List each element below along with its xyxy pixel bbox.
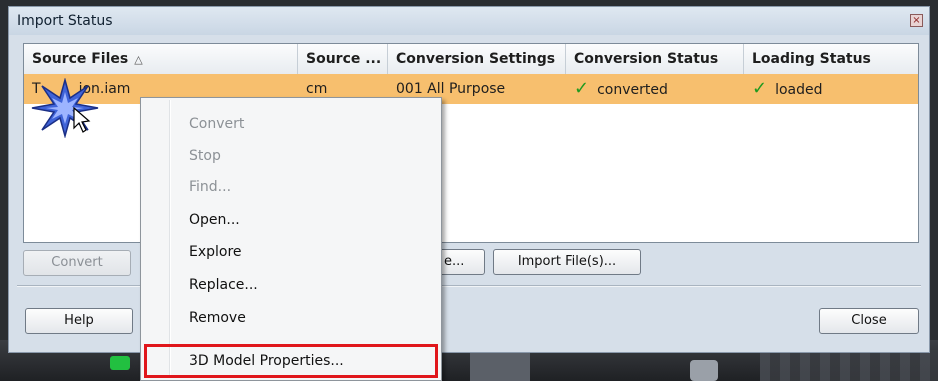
close-window-icon[interactable]: × [910, 14, 923, 27]
column-header-conversion-settings[interactable]: Conversion Settings [388, 44, 566, 74]
menu-item-convert[interactable]: Convert [189, 112, 244, 136]
column-header-source-files[interactable]: Source Files △ [24, 44, 298, 74]
menu-item-replace[interactable]: Replace... [189, 273, 258, 297]
menu-item-3d-model-properties[interactable]: 3D Model Properties... [189, 349, 344, 373]
menu-item-remove[interactable]: Remove [189, 306, 246, 330]
table-header: Source Files △ Source ... Conversion Sett… [24, 44, 918, 75]
viewport-green-object [110, 356, 130, 370]
column-header-conversion-status[interactable]: Conversion Status [566, 44, 744, 74]
menu-item-explore[interactable]: Explore [189, 240, 242, 264]
context-menu: Convert Stop Find... Open... Explore Rep… [140, 97, 442, 381]
convert-button[interactable]: Convert [23, 250, 131, 276]
cell-loading-status: ✓ loaded [752, 78, 823, 99]
checkmark-icon: ✓ [574, 78, 590, 99]
viewport-machinery [760, 350, 938, 381]
cursor-click-icon [31, 78, 99, 138]
menu-item-find[interactable]: Find... [189, 175, 231, 199]
help-button[interactable]: Help [25, 308, 133, 334]
import-files-button[interactable]: Import File(s)... [493, 249, 641, 275]
dialog-title: Import Status [17, 13, 113, 29]
close-button[interactable]: Close [819, 308, 919, 334]
cell-conversion-status: ✓ converted [574, 78, 668, 99]
viewport-gray-object [470, 352, 530, 381]
checkmark-icon: ✓ [752, 78, 768, 99]
sort-ascending-icon: △ [134, 53, 143, 66]
viewport-light-object [690, 360, 718, 381]
menu-item-open[interactable]: Open... [189, 208, 240, 232]
column-header-loading-status[interactable]: Loading Status [744, 44, 918, 74]
menu-item-stop[interactable]: Stop [189, 144, 221, 168]
menu-gutter [169, 100, 171, 378]
dialog-titlebar[interactable]: Import Status × [9, 7, 929, 35]
column-header-source-units[interactable]: Source ... [298, 44, 388, 74]
